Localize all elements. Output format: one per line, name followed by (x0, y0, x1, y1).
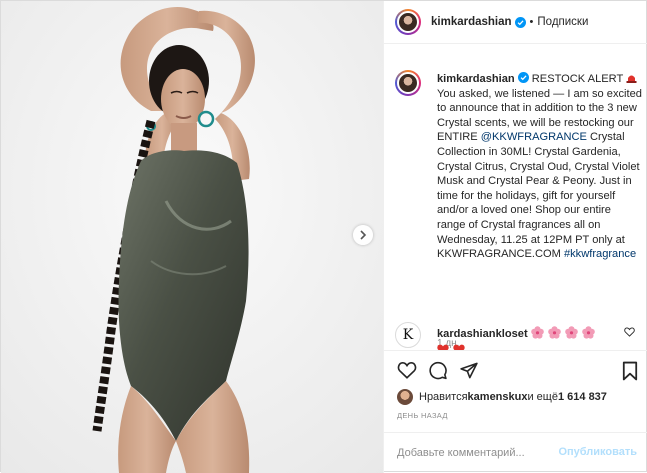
add-comment-bar: Опубликовать (384, 432, 647, 473)
following-button[interactable]: Подписки (537, 16, 588, 28)
flower-emoji-icon (565, 326, 578, 339)
instagram-post: kimkardashian • Подписки kimkardashian R… (0, 0, 647, 473)
siren-emoji-icon (626, 75, 637, 83)
caption-intro: RESTOCK ALERT (528, 73, 627, 85)
post-date[interactable]: ДЕНЬ НАЗАД (397, 411, 448, 420)
action-bar (384, 350, 647, 390)
liker-avatar (397, 389, 413, 405)
commenter-avatar[interactable]: K (395, 322, 421, 348)
comment-bubble-icon[interactable] (428, 361, 448, 380)
author-avatar[interactable] (395, 9, 421, 35)
verified-badge-icon (517, 72, 529, 83)
photo-illustration (1, 1, 383, 473)
share-plane-icon[interactable] (459, 361, 479, 380)
publish-button[interactable]: Опубликовать (558, 446, 637, 458)
commenter-username[interactable]: kardashiankloset (437, 328, 528, 340)
comment-text: kardashiankloset (437, 326, 617, 350)
comments-area: kimkardashian RESTOCK ALERT You asked, w… (384, 45, 647, 350)
likes-middle: и ещё (527, 391, 558, 403)
post-details: kimkardashian • Подписки kimkardashian R… (383, 1, 647, 473)
caption-text: kimkardashian RESTOCK ALERT You asked, w… (437, 72, 642, 262)
likes-prefix: Нравится (419, 391, 468, 403)
post-photo[interactable] (1, 1, 383, 473)
flower-emoji-icon (530, 326, 544, 339)
hashtag-link[interactable]: #kkwfragrance (564, 248, 636, 260)
like-comment-icon[interactable] (624, 327, 635, 337)
verified-badge-icon (514, 16, 526, 28)
flower-emoji-icon (548, 326, 561, 339)
liker-username[interactable]: kamenskux (468, 391, 528, 403)
like-heart-icon[interactable] (397, 361, 417, 379)
caption-username[interactable]: kimkardashian (437, 73, 515, 85)
mention-link[interactable]: @KKWFRAGRANCE (481, 131, 587, 143)
next-photo-button[interactable] (353, 225, 373, 245)
caption-body-2: Crystal Collection in 30ML! Crystal Gard… (437, 131, 640, 261)
caption-avatar[interactable] (395, 70, 421, 96)
separator-dot: • (529, 16, 534, 28)
bookmark-icon[interactable] (622, 361, 638, 381)
flower-emoji-icon (582, 326, 595, 339)
comment-input[interactable] (397, 447, 557, 459)
likes-count[interactable]: 1 614 837 (558, 391, 607, 403)
post-header: kimkardashian • Подписки (384, 1, 647, 44)
likes-summary[interactable]: Нравится kamenskux и ещё 1 614 837 (397, 387, 607, 407)
chevron-right-icon (360, 230, 367, 240)
author-username[interactable]: kimkardashian (431, 16, 512, 28)
